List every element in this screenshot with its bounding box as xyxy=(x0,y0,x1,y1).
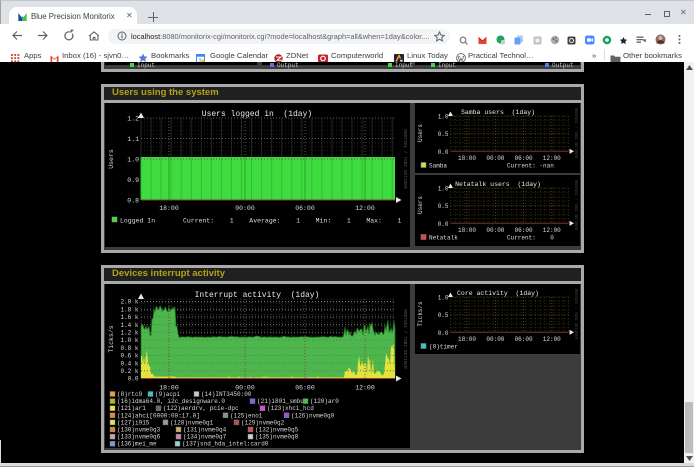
svg-text:(131)nvme0q4: (131)nvme0q4 xyxy=(183,427,227,434)
svg-text:1.1: 1.1 xyxy=(127,136,139,143)
svg-text:06:00: 06:00 xyxy=(515,227,533,234)
svg-text:Users: Users xyxy=(417,124,424,142)
svg-text:2.0 k: 2.0 k xyxy=(120,299,138,306)
svg-text:(132)nvme0q5: (132)nvme0q5 xyxy=(255,427,299,434)
svg-text:(122)aerdrv, pcie-dpc: (122)aerdrv, pcie-dpc xyxy=(163,405,239,412)
svg-text:0.0: 0.0 xyxy=(438,221,449,228)
svg-text:Users: Users xyxy=(108,149,115,169)
svg-text:0.5: 0.5 xyxy=(438,203,449,210)
svg-text:12:00: 12:00 xyxy=(355,205,375,212)
svg-text:18:00: 18:00 xyxy=(458,155,476,162)
svg-text:0.0: 0.0 xyxy=(438,149,449,156)
svg-text:18:00: 18:00 xyxy=(458,336,476,343)
svg-text:0.6 k: 0.6 k xyxy=(120,353,138,360)
svg-text:(136)mei_me: (136)mei_me xyxy=(117,441,157,448)
svg-text:(8)rtc0: (8)rtc0 xyxy=(117,391,143,398)
svg-text:RRDTOOL / TOBI OETIKER: RRDTOOL / TOBI OETIKER xyxy=(573,108,578,159)
svg-text:(16)idma64.0, i2c_designware.0: (16)idma64.0, i2c_designware.0 xyxy=(117,398,225,405)
svg-text:00:00: 00:00 xyxy=(486,336,504,343)
svg-text:Current: -nan: Current: -nan xyxy=(507,163,554,170)
svg-text:0.4 k: 0.4 k xyxy=(120,360,138,367)
svg-text:(127)i915: (127)i915 xyxy=(117,419,150,426)
svg-text:RRDTOOL / TOBI OETIKER: RRDTOOL / TOBI OETIKER xyxy=(573,289,578,340)
svg-text:Ticks/s: Ticks/s xyxy=(108,325,115,352)
svg-text:(0)timer: (0)timer xyxy=(429,344,458,351)
svg-text:18:00: 18:00 xyxy=(458,227,476,234)
svg-text:12:00: 12:00 xyxy=(543,227,561,234)
svg-text:(124)ahci[0000:00:17.0]: (124)ahci[0000:00:17.0] xyxy=(117,412,200,419)
svg-text:(129)nvme0q2: (129)nvme0q2 xyxy=(241,419,285,426)
svg-text:(121)ar1: (121)ar1 xyxy=(117,405,146,412)
svg-text:(134)nvme0q7: (134)nvme0q7 xyxy=(183,434,227,441)
svg-text:(133)nvme0q6: (133)nvme0q6 xyxy=(117,434,161,441)
svg-text:0.5: 0.5 xyxy=(438,312,449,319)
svg-text:18:00: 18:00 xyxy=(159,205,179,212)
svg-text:Current: 0: Current: 0 xyxy=(507,235,554,242)
svg-text:1.0: 1.0 xyxy=(438,114,449,121)
svg-text:(137)snd_hda_intel:card0: (137)snd_hda_intel:card0 xyxy=(182,441,269,448)
svg-text:(126)nvme0q0: (126)nvme0q0 xyxy=(291,412,335,419)
svg-text:1.4 k: 1.4 k xyxy=(120,322,138,329)
svg-text:12:00: 12:00 xyxy=(543,155,561,162)
svg-text:(9)acpi: (9)acpi xyxy=(155,391,181,398)
svg-text:1.2 k: 1.2 k xyxy=(120,330,138,337)
svg-text:(123)xhci_hcd: (123)xhci_hcd xyxy=(267,405,314,412)
svg-text:00:00: 00:00 xyxy=(486,227,504,234)
svg-text:00:00: 00:00 xyxy=(235,205,255,212)
svg-text:12:00: 12:00 xyxy=(355,385,375,392)
svg-text:RRDTOOL / TOBI OETIKER: RRDTOOL / TOBI OETIKER xyxy=(402,309,408,369)
svg-text:Core activity (1day): Core activity (1day) xyxy=(457,290,539,297)
svg-text:12:00: 12:00 xyxy=(543,336,561,343)
svg-text:(130)nvme0q3: (130)nvme0q3 xyxy=(117,427,161,434)
svg-text:06:00: 06:00 xyxy=(515,336,533,343)
svg-text:0.9: 0.9 xyxy=(127,177,139,184)
svg-text:(21)i801_smbus: (21)i801_smbus xyxy=(257,398,308,405)
svg-text:Samba users (1day): Samba users (1day) xyxy=(461,109,535,116)
svg-text:0.5: 0.5 xyxy=(438,131,449,138)
svg-text:06:00: 06:00 xyxy=(295,385,315,392)
svg-text:RRDTOOL / TOBI OETIKER: RRDTOOL / TOBI OETIKER xyxy=(402,129,408,189)
svg-text:1.0: 1.0 xyxy=(438,295,449,302)
svg-text:1.0: 1.0 xyxy=(438,186,449,193)
svg-text:1.0 k: 1.0 k xyxy=(120,337,138,344)
svg-text:Netatalk users (1day): Netatalk users (1day) xyxy=(455,181,541,188)
svg-text:Ticks/s: Ticks/s xyxy=(417,301,424,327)
svg-text:1.8 k: 1.8 k xyxy=(120,306,138,313)
svg-text:1.2: 1.2 xyxy=(127,116,139,123)
svg-text:(125)eno1: (125)eno1 xyxy=(230,412,263,419)
svg-text:Logged In: Logged In xyxy=(120,218,155,225)
svg-text:0.8: 0.8 xyxy=(127,198,139,205)
svg-text:Users: Users xyxy=(417,196,424,214)
svg-text:06:00: 06:00 xyxy=(295,205,315,212)
svg-text:(128)nvme0q1: (128)nvme0q1 xyxy=(170,419,214,426)
svg-text:0.8 k: 0.8 k xyxy=(120,345,138,352)
svg-text:06:00: 06:00 xyxy=(515,155,533,162)
svg-text:(14)INT3450:00: (14)INT3450:00 xyxy=(201,391,252,398)
svg-text:1.0: 1.0 xyxy=(127,157,139,164)
svg-text:(120)ar0: (120)ar0 xyxy=(310,398,339,405)
svg-text:Netatalk: Netatalk xyxy=(429,235,458,242)
svg-text:Current: 1 Average: 1: Current: 1 Average: 1 Min: 1 Max: 1 xyxy=(183,218,402,225)
svg-text:00:00: 00:00 xyxy=(486,155,504,162)
svg-text:Users logged in (1day): Users logged in (1day) xyxy=(202,110,312,119)
svg-text:0.0: 0.0 xyxy=(438,330,449,337)
svg-text:1.6 k: 1.6 k xyxy=(120,314,138,321)
svg-text:RRDTOOL / TOBI OETIKER: RRDTOOL / TOBI OETIKER xyxy=(573,180,578,231)
svg-text:Samba: Samba xyxy=(429,163,447,170)
svg-text:0.2 k: 0.2 k xyxy=(120,368,138,375)
svg-text:(135)nvme0q8: (135)nvme0q8 xyxy=(255,434,299,441)
svg-text:Interrupt activity (1day): Interrupt activity (1day) xyxy=(195,291,320,300)
svg-text:0.0: 0.0 xyxy=(128,376,139,383)
